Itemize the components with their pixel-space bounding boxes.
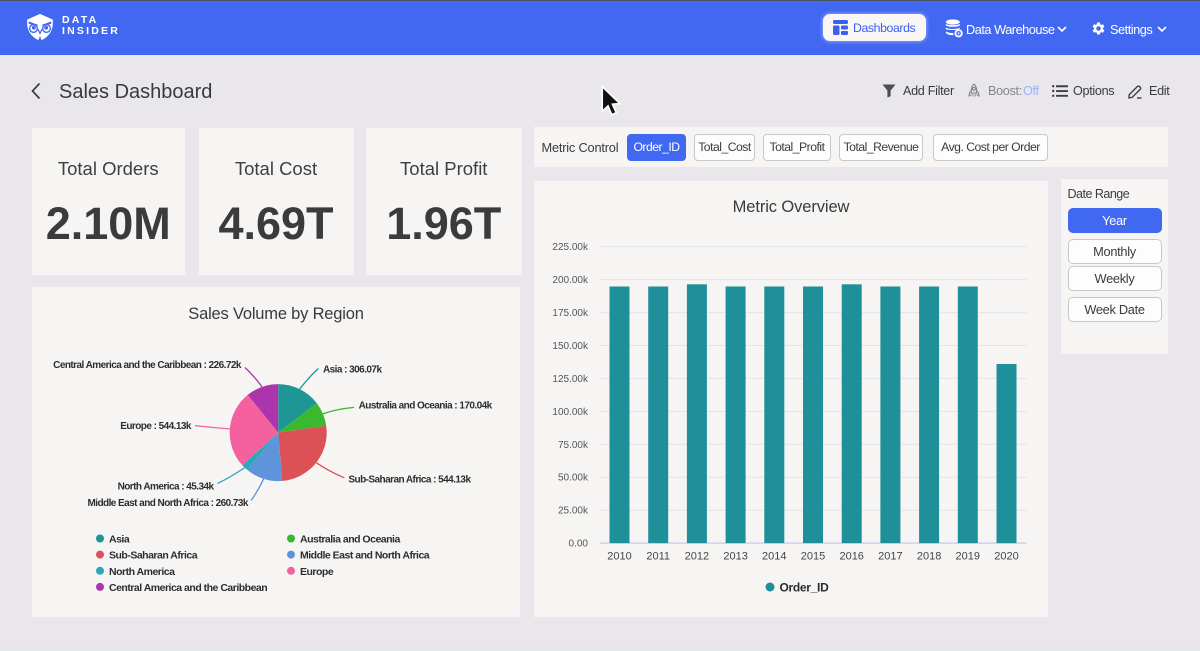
svg-text:25.00k: 25.00k: [558, 506, 589, 517]
svg-text:2014: 2014: [762, 551, 786, 563]
svg-text:Sub-Saharan Africa : 544.13k: Sub-Saharan Africa : 544.13k: [348, 474, 471, 485]
svg-text:125.00k: 125.00k: [552, 374, 589, 385]
svg-text:Middle East and North Africa :: Middle East and North Africa : 260.73k: [87, 498, 248, 509]
svg-text:2018: 2018: [917, 551, 941, 563]
svg-text:2010: 2010: [607, 551, 631, 563]
svg-text:Australia and Oceania: Australia and Oceania: [300, 534, 400, 546]
svg-text:150.00k: 150.00k: [552, 341, 589, 352]
svg-text:2016: 2016: [839, 551, 863, 563]
svg-text:North America: North America: [109, 566, 175, 578]
svg-text:Asia : 306.07k: Asia : 306.07k: [323, 365, 382, 376]
svg-text:Middle East and North Africa: Middle East and North Africa: [300, 550, 430, 562]
svg-text:2011: 2011: [646, 551, 670, 563]
svg-text:Asia: Asia: [109, 534, 130, 546]
svg-text:175.00k: 175.00k: [552, 308, 589, 319]
svg-text:225.00k: 225.00k: [552, 242, 589, 253]
svg-text:Australia and Oceania : 170.04: Australia and Oceania : 170.04k: [359, 401, 493, 412]
svg-text:Europe : 544.13k: Europe : 544.13k: [120, 421, 192, 432]
svg-text:2019: 2019: [956, 551, 980, 563]
svg-text:2015: 2015: [801, 551, 825, 563]
svg-text:Central America and the Caribb: Central America and the Caribbean: [109, 582, 267, 594]
svg-text:0.00: 0.00: [569, 539, 589, 550]
svg-text:100.00k: 100.00k: [552, 407, 589, 418]
svg-text:75.00k: 75.00k: [558, 440, 589, 451]
svg-text:Order_ID: Order_ID: [780, 581, 830, 595]
svg-text:Europe: Europe: [300, 566, 334, 578]
svg-text:2013: 2013: [723, 551, 747, 563]
svg-text:2020: 2020: [994, 551, 1018, 563]
svg-text:Sub-Saharan Africa: Sub-Saharan Africa: [109, 550, 198, 562]
svg-text:2012: 2012: [685, 551, 709, 563]
svg-text:Central America and the Caribb: Central America and the Caribbean : 226.…: [53, 360, 242, 371]
svg-text:50.00k: 50.00k: [558, 473, 589, 484]
svg-text:North America : 45.34k: North America : 45.34k: [118, 481, 215, 492]
svg-text:200.00k: 200.00k: [552, 275, 589, 286]
svg-text:2017: 2017: [878, 551, 902, 563]
